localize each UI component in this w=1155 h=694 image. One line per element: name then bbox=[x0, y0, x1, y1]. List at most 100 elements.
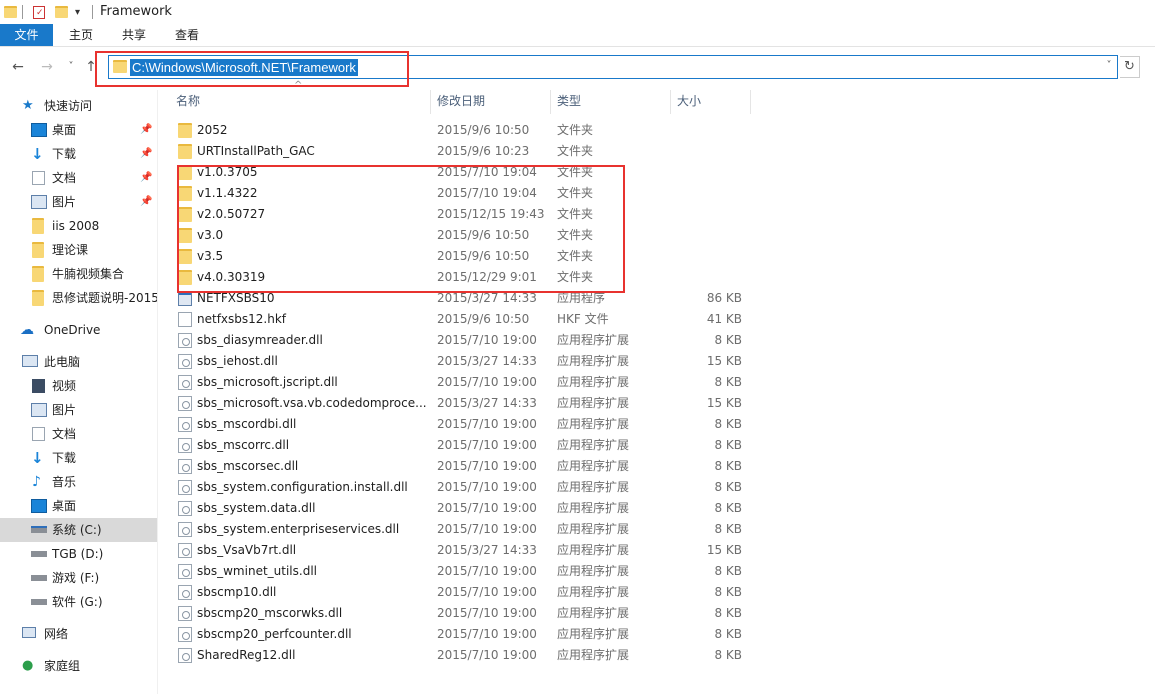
file-row[interactable]: v1.0.3705 2015/7/10 19:04 文件夹 bbox=[160, 162, 760, 183]
sidebar-item-drive-f[interactable]: 游戏 (F:) bbox=[0, 566, 157, 590]
file-row[interactable]: sbs_mscorsec.dll 2015/7/10 19:00 应用程序扩展 8 K… bbox=[160, 456, 760, 477]
file-row[interactable]: v3.5 2015/9/6 10:50 文件夹 bbox=[160, 246, 760, 267]
column-header-type[interactable]: 类型 bbox=[557, 90, 581, 114]
file-type: 文件夹 bbox=[557, 207, 594, 221]
file-row[interactable]: sbs_mscordbi.dll 2015/7/10 19:00 应用程序扩展 8 K… bbox=[160, 414, 760, 435]
sidebar-homegroup[interactable]: ● 家庭组 bbox=[0, 654, 157, 678]
file-row[interactable]: sbs_mscorrc.dll 2015/7/10 19:00 应用程序扩展 8 KB bbox=[160, 435, 760, 456]
pin-icon[interactable]: 📌 bbox=[140, 118, 152, 142]
file-row[interactable]: v3.0 2015/9/6 10:50 文件夹 bbox=[160, 225, 760, 246]
sidebar-quick-access[interactable]: ★ 快速访问 bbox=[0, 94, 157, 118]
sidebar-item-pc-desktop[interactable]: 桌面 bbox=[0, 494, 157, 518]
sidebar-item-pictures[interactable]: 图片 📌 bbox=[0, 190, 157, 214]
file-row[interactable]: sbs_microsoft.jscript.dll 2015/7/10 19:00… bbox=[160, 372, 760, 393]
column-header-name[interactable]: 名称 bbox=[176, 90, 200, 114]
sidebar-item-desktop[interactable]: 桌面 📌 bbox=[0, 118, 157, 142]
column-separator[interactable] bbox=[550, 90, 551, 114]
file-type: 文件夹 bbox=[557, 165, 594, 179]
file-size: 8 KB bbox=[714, 501, 742, 515]
file-row[interactable]: NETFXSBS10 2015/3/27 14:33 应用程序 86 KB bbox=[160, 288, 760, 309]
folder-icon bbox=[178, 186, 192, 201]
sidebar-item-pc-downloads[interactable]: ↓ 下载 bbox=[0, 446, 157, 470]
file-row[interactable]: sbscmp20_perfcounter.dll 2015/7/10 19:00 应… bbox=[160, 624, 760, 645]
file-row[interactable]: sbs_system.data.dll 2015/7/10 19:00 应用程序扩展… bbox=[160, 498, 760, 519]
sidebar-item-iis-2008[interactable]: iis 2008 bbox=[0, 214, 157, 238]
file-row[interactable]: sbs_iehost.dll 2015/3/27 14:33 应用程序扩展 15 KB bbox=[160, 351, 760, 372]
address-dropdown-icon[interactable]: ˅ bbox=[1102, 58, 1116, 74]
file-row[interactable]: sbs_system.enterpriseservices.dll 2015/7/… bbox=[160, 519, 760, 540]
file-name: URTInstallPath_GAC bbox=[197, 144, 315, 158]
file-row[interactable]: URTInstallPath_GAC 2015/9/6 10:23 文件夹 bbox=[160, 141, 760, 162]
file-row[interactable]: v2.0.50727 2015/12/15 19:43 文件夹 bbox=[160, 204, 760, 225]
pin-icon[interactable]: 📌 bbox=[140, 166, 152, 190]
desktop-icon bbox=[31, 123, 47, 137]
sidebar-item-videos[interactable]: 视频 bbox=[0, 374, 157, 398]
file-name: sbs_mscorrc.dll bbox=[197, 438, 290, 452]
file-date: 2015/7/10 19:00 bbox=[437, 648, 537, 662]
file-name: sbs_system.data.dll bbox=[197, 501, 316, 515]
address-path-text[interactable]: C:\Windows\Microsoft.NET\Framework bbox=[130, 59, 358, 76]
sidebar-item-label: 桌面 bbox=[52, 123, 77, 137]
quick-access-dropdown-icon[interactable]: ▾ bbox=[75, 4, 80, 20]
file-row[interactable]: sbs_microsoft.vsa.vb.codedomproce... 2015… bbox=[160, 393, 760, 414]
properties-icon[interactable]: ✓ bbox=[33, 4, 45, 20]
sidebar-item-pc-pictures[interactable]: 图片 bbox=[0, 398, 157, 422]
sidebar-onedrive[interactable]: ☁ OneDrive bbox=[0, 318, 157, 342]
file-row[interactable]: netfxsbs12.hkf 2015/9/6 10:50 HKF 文件 41 KB bbox=[160, 309, 760, 330]
back-arrow-icon[interactable]: ← bbox=[9, 58, 27, 76]
file-name: v4.0.30319 bbox=[197, 270, 266, 284]
column-header-size[interactable]: 大小 bbox=[677, 90, 701, 114]
up-arrow-icon[interactable]: ↑ bbox=[82, 58, 100, 76]
sidebar-item-music[interactable]: ♪ 音乐 bbox=[0, 470, 157, 494]
file-date: 2015/7/10 19:00 bbox=[437, 333, 537, 347]
file-size: 8 KB bbox=[714, 417, 742, 431]
download-icon: ↓ bbox=[31, 145, 44, 163]
dll-icon bbox=[178, 606, 192, 621]
new-folder-icon[interactable] bbox=[55, 4, 68, 20]
file-date: 2015/9/6 10:50 bbox=[437, 123, 530, 137]
pane-divider[interactable] bbox=[157, 90, 158, 694]
file-size: 8 KB bbox=[714, 459, 742, 473]
recent-locations-icon[interactable]: ˅ bbox=[62, 58, 80, 76]
folder-icon bbox=[178, 228, 192, 243]
tab-share[interactable]: 共享 bbox=[113, 24, 155, 46]
sidebar-item-drive-d[interactable]: TGB (D:) bbox=[0, 542, 157, 566]
sidebar-item-theory-class[interactable]: 理论课 bbox=[0, 238, 157, 262]
tab-file[interactable]: 文件 bbox=[0, 24, 53, 46]
file-row[interactable]: sbs_diasymreader.dll 2015/7/10 19:00 应用程序扩… bbox=[160, 330, 760, 351]
sidebar-item-label: OneDrive bbox=[44, 323, 101, 337]
sidebar-item-downloads[interactable]: ↓ 下载 📌 bbox=[0, 142, 157, 166]
sidebar-item-drive-c[interactable]: 系统 (C:) bbox=[0, 518, 157, 542]
file-date: 2015/9/6 10:50 bbox=[437, 228, 530, 242]
cloud-icon: ☁ bbox=[20, 322, 34, 338]
file-name: v1.0.3705 bbox=[197, 165, 258, 179]
sidebar-item-exam-notes[interactable]: 思修试题说明-2015 bbox=[0, 286, 157, 310]
forward-arrow-icon[interactable]: → bbox=[38, 58, 56, 76]
tab-home[interactable]: 主页 bbox=[60, 24, 102, 46]
file-row[interactable]: SharedReg12.dll 2015/7/10 19:00 应用程序扩展 8 KB bbox=[160, 645, 760, 666]
sidebar-item-video-collection[interactable]: 牛腩视频集合 bbox=[0, 262, 157, 286]
column-separator[interactable] bbox=[670, 90, 671, 114]
file-row[interactable]: sbs_VsaVb7rt.dll 2015/3/27 14:33 应用程序扩展 15 … bbox=[160, 540, 760, 561]
column-separator[interactable] bbox=[430, 90, 431, 114]
column-header-date[interactable]: 修改日期 bbox=[437, 90, 485, 114]
file-row[interactable]: v4.0.30319 2015/12/29 9:01 文件夹 bbox=[160, 267, 760, 288]
sidebar-this-pc[interactable]: 此电脑 bbox=[0, 350, 157, 374]
file-row[interactable]: sbscmp10.dll 2015/7/10 19:00 应用程序扩展 8 KB bbox=[160, 582, 760, 603]
file-row[interactable]: sbscmp20_mscorwks.dll 2015/7/10 19:00 应用程序… bbox=[160, 603, 760, 624]
sidebar-item-pc-documents[interactable]: 文档 bbox=[0, 422, 157, 446]
sidebar-item-documents[interactable]: 文档 📌 bbox=[0, 166, 157, 190]
pin-icon[interactable]: 📌 bbox=[140, 190, 152, 214]
file-row[interactable]: v1.1.4322 2015/7/10 19:04 文件夹 bbox=[160, 183, 760, 204]
file-name: sbscmp20_perfcounter.dll bbox=[197, 627, 352, 641]
file-date: 2015/3/27 14:33 bbox=[437, 396, 537, 410]
column-separator[interactable] bbox=[750, 90, 751, 114]
tab-view[interactable]: 查看 bbox=[166, 24, 208, 46]
sidebar-network[interactable]: 网络 bbox=[0, 622, 157, 646]
sidebar-item-drive-g[interactable]: 软件 (G:) bbox=[0, 590, 157, 614]
file-row[interactable]: sbs_system.configuration.install.dll 2015… bbox=[160, 477, 760, 498]
pin-icon[interactable]: 📌 bbox=[140, 142, 152, 166]
refresh-icon[interactable]: ↻ bbox=[1120, 56, 1140, 78]
file-row[interactable]: sbs_wminet_utils.dll 2015/7/10 19:00 应用程序扩… bbox=[160, 561, 760, 582]
file-row[interactable]: 2052 2015/9/6 10:50 文件夹 bbox=[160, 120, 760, 141]
